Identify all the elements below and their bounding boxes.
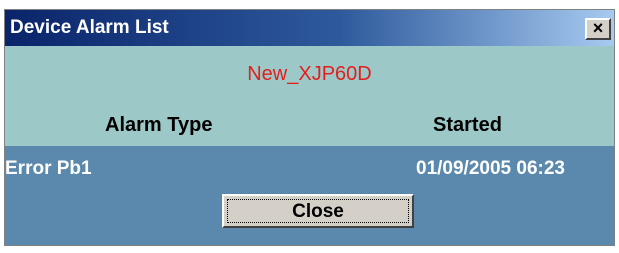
column-header-started: Started — [433, 114, 502, 136]
device-alarm-dialog: Device Alarm List × New_XJP60D Alarm Typ… — [4, 9, 615, 246]
close-button[interactable]: Close — [222, 194, 414, 228]
column-header-alarm-type: Alarm Type — [105, 114, 213, 136]
dialog-content: New_XJP60D Alarm Type Started Error Pb1 … — [5, 46, 614, 245]
table-row[interactable]: Error Pb1 01/09/2005 06:23 — [5, 146, 614, 190]
alarm-type-cell: Error Pb1 — [5, 158, 92, 179]
window-title: Device Alarm List — [10, 17, 169, 38]
device-name: New_XJP60D — [247, 63, 372, 85]
close-icon[interactable]: × — [585, 18, 611, 40]
title-bar[interactable]: Device Alarm List × — [5, 10, 614, 46]
started-cell: 01/09/2005 06:23 — [416, 158, 565, 179]
alarm-list-header: New_XJP60D Alarm Type Started — [5, 46, 614, 146]
close-glyph: × — [592, 18, 604, 38]
close-button-label: Close — [227, 199, 409, 223]
